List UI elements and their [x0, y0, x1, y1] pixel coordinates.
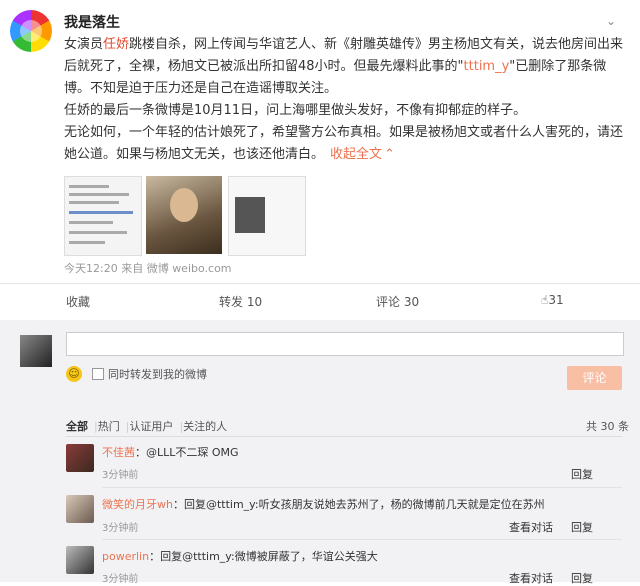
- comment-section: [0, 320, 640, 582]
- post-paragraph-1: 女演员任娇跳楼自杀，网上传闻与华谊艺人、新《射雕英雄传》男主杨旭文有关，说去他房…: [64, 34, 630, 100]
- comment-author[interactable]: 不佳茜: [102, 446, 135, 459]
- comment-avatar[interactable]: [66, 444, 94, 472]
- emoji-icon[interactable]: ☺: [66, 366, 82, 382]
- like-button[interactable]: ☝31: [541, 293, 564, 307]
- comment-item: 微笑的月牙wh：回复@tttim_y:听女孩朋友说她去苏州了，杨的微博前几天就是…: [102, 496, 545, 512]
- collapse-arrow-icon[interactable]: ⌃: [384, 147, 395, 162]
- comment-author[interactable]: powerlin: [102, 550, 149, 563]
- view-conversation-button[interactable]: 查看对话: [509, 570, 553, 586]
- comment-avatar[interactable]: [66, 546, 94, 574]
- post-body: 女演员任娇跳楼自杀，网上传闻与华谊艺人、新《射雕英雄传》男主杨旭文有关，说去他房…: [64, 34, 630, 166]
- post-image-screenshot-2[interactable]: [228, 176, 306, 256]
- view-conversation-button[interactable]: 查看对话: [509, 519, 553, 535]
- chevron-down-icon[interactable]: ⌄: [606, 14, 616, 28]
- repost-checkbox-label[interactable]: 同时转发到我的微博: [108, 366, 207, 382]
- comment-avatar[interactable]: [66, 495, 94, 523]
- tab-following[interactable]: 关注的人: [183, 420, 227, 433]
- comment-time: 3分钟前: [102, 523, 139, 534]
- post-author-name[interactable]: 我是落生: [64, 12, 120, 32]
- mention-link[interactable]: tttim_y: [464, 59, 510, 74]
- tab-all[interactable]: 全部: [66, 420, 88, 433]
- highlighted-name: 任娇: [103, 37, 130, 52]
- repost-button[interactable]: 转发 10: [219, 293, 262, 310]
- comment-time: 3分钟前: [102, 574, 139, 585]
- reply-button[interactable]: 回复: [571, 466, 593, 482]
- comment-text: ：回复@tttim_y:微博被屏蔽了，华谊公关强大: [149, 550, 378, 563]
- like-count: 31: [548, 293, 564, 307]
- collapse-link[interactable]: 收起全文: [330, 147, 382, 162]
- post-image-screenshot[interactable]: [64, 176, 142, 256]
- post-text: 女演员: [64, 37, 104, 52]
- divider: [66, 436, 622, 437]
- comment-button[interactable]: 评论 30: [376, 293, 419, 310]
- current-user-avatar[interactable]: [20, 335, 52, 367]
- tab-verified[interactable]: 认证用户: [129, 420, 173, 433]
- reply-button[interactable]: 回复: [571, 519, 593, 535]
- tab-hot[interactable]: 热门: [98, 420, 120, 433]
- comment-total: 共 30 条: [586, 420, 629, 433]
- comment-author[interactable]: 微笑的月牙wh: [102, 498, 173, 511]
- comment-item: powerlin：回复@tttim_y:微博被屏蔽了，华谊公关强大: [102, 548, 378, 564]
- comment-text: ：@LLL不二琛 OMG: [135, 446, 239, 459]
- post-paragraph-3: 无论如何，一个年轻的估计娘死了，希望警方公布真相。如果是被杨旭文或者什么人害死的…: [64, 122, 630, 166]
- post-paragraph-2: 任娇的最后一条微博是10月11日，问上海哪里做头发好，不像有抑郁症的样子。: [64, 103, 527, 118]
- divider: [102, 539, 622, 540]
- post-images: [64, 176, 306, 256]
- post-image-photo[interactable]: [146, 176, 222, 254]
- submit-comment-button[interactable]: 评论: [567, 366, 622, 390]
- avatar[interactable]: [10, 10, 52, 52]
- action-bar: 收藏 转发 10 评论 30 ☝31: [0, 283, 640, 321]
- favorite-button[interactable]: 收藏: [66, 293, 90, 310]
- post-meta: 今天12:20 来自 微博 weibo.com: [64, 262, 232, 275]
- reply-button[interactable]: 回复: [571, 570, 593, 586]
- checkbox-icon[interactable]: [92, 368, 104, 380]
- weibo-post-card: 我是落生 ⌄ 女演员任娇跳楼自杀，网上传闻与华谊艺人、新《射雕英雄传》男主杨旭文…: [0, 0, 640, 585]
- comment-filter-tabs: 全部 |热门 |认证用户 |关注的人: [66, 420, 228, 433]
- comment-input[interactable]: [66, 332, 624, 356]
- comment-item: 不佳茜：@LLL不二琛 OMG: [102, 444, 239, 460]
- divider: [102, 487, 622, 488]
- comment-time: 3分钟前: [102, 470, 139, 481]
- comment-text: ：回复@tttim_y:听女孩朋友说她去苏州了，杨的微博前几天就是定位在苏州: [172, 498, 545, 511]
